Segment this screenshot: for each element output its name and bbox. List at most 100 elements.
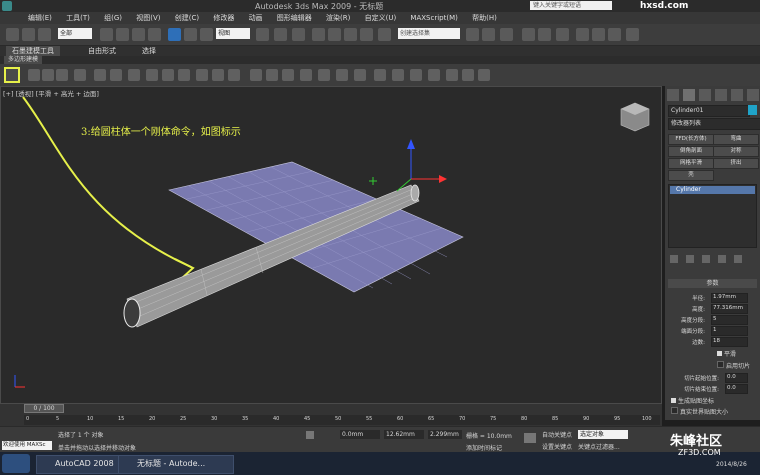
window-crossing-icon[interactable] [148, 28, 161, 41]
key-filters-button[interactable]: 关键点过滤器... [578, 442, 620, 451]
symmetry-button[interactable]: 对称 [713, 146, 759, 157]
create-tab-icon[interactable] [667, 89, 679, 101]
smooth-checkbox[interactable]: 平滑 [717, 350, 757, 359]
menu-rendering[interactable]: 渲染(R) [320, 12, 356, 24]
select-icon[interactable] [100, 28, 113, 41]
named-selection-dropdown[interactable]: 创建选择集 [398, 28, 460, 39]
object-name-field[interactable]: Cylinder01 [668, 105, 750, 117]
modifier-stack[interactable]: Cylinder [668, 184, 757, 248]
pivot-icon[interactable] [256, 28, 269, 41]
ribbon-tool-26-icon[interactable] [462, 69, 474, 81]
ribbon-tool-2-icon[interactable] [42, 69, 54, 81]
auto-key-button[interactable]: 自动关键点 [542, 430, 572, 439]
utilities-tab-icon[interactable] [747, 89, 759, 101]
redo-icon[interactable] [22, 28, 35, 41]
menu-animation[interactable]: 动画 [243, 12, 269, 24]
slice-to-spinner[interactable]: 0.0 [725, 384, 748, 394]
render-setup-icon[interactable] [576, 28, 589, 41]
show-end-result-icon[interactable] [686, 255, 694, 263]
motion-tab-icon[interactable] [715, 89, 727, 101]
bend-button[interactable]: 弯曲 [713, 134, 759, 145]
time-slider[interactable]: 0 / 100 [24, 404, 64, 413]
perspective-viewport[interactable]: [+] [透视] [平滑 + 高光 + 边面] 3:给圆柱体一个刚体命令，如图标… [0, 86, 662, 404]
remove-modifier-icon[interactable] [718, 255, 726, 263]
ribbon-tool-8-icon[interactable] [146, 69, 158, 81]
sides-spinner[interactable]: 18 [711, 337, 748, 347]
slice-from-spinner[interactable]: 0.0 [725, 373, 748, 383]
schematic-view-icon[interactable] [538, 28, 551, 41]
manipulate-icon[interactable] [274, 28, 287, 41]
ribbon-tool-22-icon[interactable] [392, 69, 404, 81]
lock-selection-icon[interactable] [4, 67, 20, 83]
ribbon-tool-19-icon[interactable] [336, 69, 348, 81]
tab-polygon-modeling[interactable]: 多边形建模 [4, 56, 43, 64]
ribbon-tool-24-icon[interactable] [428, 69, 440, 81]
display-tab-icon[interactable] [731, 89, 743, 101]
tab-freeform[interactable]: 自由形式 [82, 46, 122, 56]
ffd-box-button[interactable]: FFD(长方体) [668, 134, 714, 145]
coord-z-field[interactable]: 2.299mm [428, 430, 462, 439]
add-time-tag-button[interactable]: 添加时间标记 [466, 443, 502, 452]
menu-tools[interactable]: 工具(T) [60, 12, 96, 24]
modifier-list-dropdown[interactable]: 修改器列表 [668, 118, 760, 130]
ribbon-tool-25-icon[interactable] [446, 69, 458, 81]
ribbon-tool-1-icon[interactable] [28, 69, 40, 81]
move-icon[interactable] [168, 28, 181, 41]
configure-sets-icon[interactable] [734, 255, 742, 263]
angle-snap-icon[interactable] [328, 28, 341, 41]
ribbon-tool-5-icon[interactable] [94, 69, 106, 81]
shell-button[interactable]: 壳 [668, 170, 714, 181]
hierarchy-tab-icon[interactable] [699, 89, 711, 101]
layer-manager-icon[interactable] [500, 28, 513, 41]
meshsmooth-button[interactable]: 网格平滑 [668, 158, 714, 169]
selection-filter-dropdown[interactable]: 全部 [58, 28, 92, 39]
stack-item-cylinder[interactable]: Cylinder [670, 186, 755, 194]
menu-edit[interactable]: 编辑(E) [22, 12, 58, 24]
link-icon[interactable] [38, 28, 51, 41]
ribbon-tool-9-icon[interactable] [162, 69, 174, 81]
set-key-button[interactable]: 设置关键点 [542, 442, 572, 451]
slice-on-checkbox[interactable]: 启用切片 [717, 361, 759, 370]
ribbon-tool-23-icon[interactable] [410, 69, 422, 81]
ribbon-tool-7-icon[interactable] [128, 69, 140, 81]
scale-icon[interactable] [200, 28, 213, 41]
render-production-icon[interactable] [608, 28, 621, 41]
coord-x-field[interactable]: 0.0mm [340, 430, 380, 439]
menu-views[interactable]: 视图(V) [130, 12, 166, 24]
menu-graph-editors[interactable]: 图形编辑器 [271, 12, 318, 24]
menu-customize[interactable]: 自定义(U) [359, 12, 403, 24]
maxscript-listener[interactable]: 欢迎使用 MAXSc [2, 441, 52, 450]
curve-editor-icon[interactable] [522, 28, 535, 41]
height-spinner[interactable]: 77.316mm [711, 304, 748, 314]
menu-modifiers[interactable]: 修改器 [207, 12, 240, 24]
extrude-button[interactable]: 挤出 [713, 158, 759, 169]
undo-icon[interactable] [6, 28, 19, 41]
rect-select-icon[interactable] [132, 28, 145, 41]
bevel-profile-button[interactable]: 倒角剖面 [668, 146, 714, 157]
app-logo-icon[interactable] [2, 1, 12, 11]
tab-selection[interactable]: 选择 [136, 46, 162, 56]
edit-named-sel-icon[interactable] [378, 28, 391, 41]
menu-group[interactable]: 组(G) [98, 12, 128, 24]
ribbon-tool-16-icon[interactable] [282, 69, 294, 81]
search-input[interactable]: 键入关键字或短语 [530, 1, 612, 10]
reference-coord-dropdown[interactable]: 视图 [216, 28, 250, 39]
tab-graphite-modeling[interactable]: 石墨建模工具 [6, 46, 60, 56]
ribbon-tool-20-icon[interactable] [354, 69, 366, 81]
menu-help[interactable]: 帮助(H) [466, 12, 503, 24]
ribbon-tool-18-icon[interactable] [318, 69, 330, 81]
key-icon[interactable] [524, 433, 536, 443]
ribbon-tool-12-icon[interactable] [212, 69, 224, 81]
align-icon[interactable] [482, 28, 495, 41]
modify-tab-icon[interactable] [683, 89, 695, 101]
percent-snap-icon[interactable] [344, 28, 357, 41]
gen-mapping-checkbox[interactable]: 生成贴图坐标 [671, 397, 759, 406]
ribbon-tool-13-icon[interactable] [228, 69, 240, 81]
selected-dropdown[interactable]: 选定对象 [578, 430, 628, 439]
real-world-map-checkbox[interactable]: 真实世界贴图大小 [671, 407, 759, 416]
make-unique-icon[interactable] [702, 255, 710, 263]
spinner-snap-icon[interactable] [360, 28, 373, 41]
ribbon-tool-21-icon[interactable] [374, 69, 386, 81]
taskbar-3dsmax[interactable]: 无标题 - Autode... [118, 455, 234, 474]
select-by-name-icon[interactable] [116, 28, 129, 41]
